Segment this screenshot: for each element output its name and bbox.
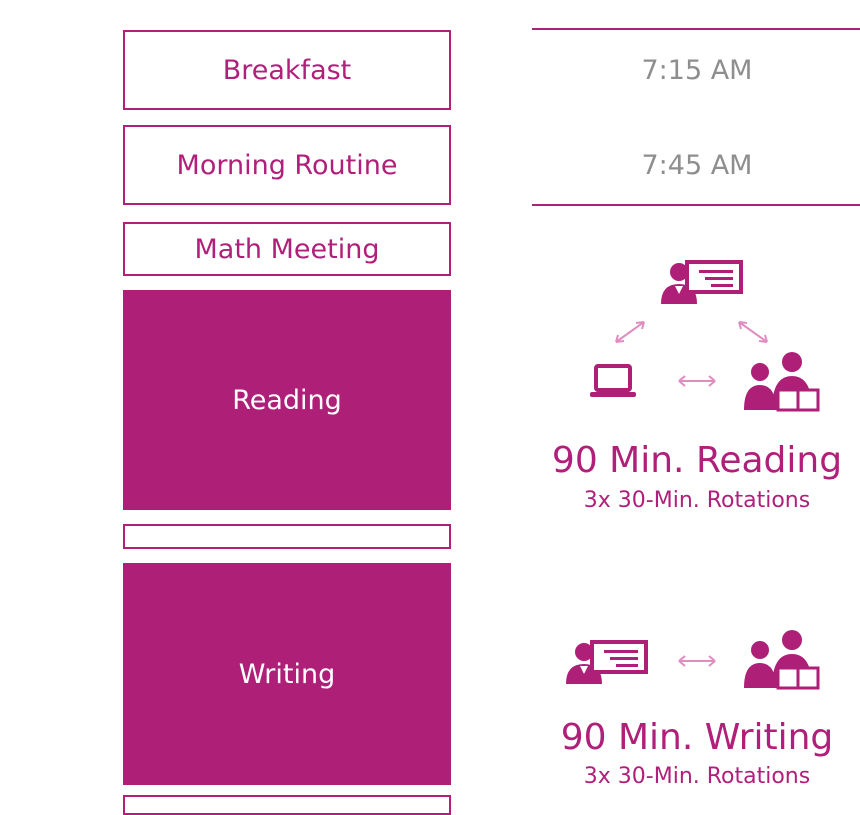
writing-label: Writing (238, 658, 336, 690)
arrow-horizontal-icon (678, 655, 716, 667)
writing-model-subtitle: 3x 30-Min. Rotations (583, 764, 811, 789)
teacher-led-icon (661, 260, 743, 304)
morning-routine-block: Morning Routine (123, 125, 451, 205)
teacher-led-icon (566, 640, 648, 684)
morning-routine-label: Morning Routine (176, 149, 398, 181)
laptop-icon (590, 364, 636, 397)
reading-model-subtitle: 3x 30-Min. Rotations (583, 488, 811, 513)
bottom-divider (532, 204, 860, 206)
arrow-left-diagonal-icon (615, 321, 645, 343)
small-group-icon (744, 630, 820, 690)
reading-model-title: 90 Min. Reading (551, 440, 843, 481)
breakfast-block: Breakfast (123, 30, 451, 110)
morning-routine-time: 7:45 AM (641, 149, 753, 181)
breakfast-time: 7:15 AM (641, 54, 753, 86)
arrow-horizontal-icon (678, 375, 716, 387)
reading-block: Reading (123, 290, 451, 510)
spacer-block (123, 524, 451, 549)
writing-block: Writing (123, 563, 451, 785)
writing-model-title: 90 Min. Writing (560, 717, 834, 758)
small-group-icon (744, 352, 820, 412)
reading-label: Reading (232, 384, 342, 416)
math-meeting-block: Math Meeting (123, 222, 451, 276)
breakfast-label: Breakfast (222, 54, 352, 86)
math-meeting-label: Math Meeting (194, 233, 380, 265)
bottom-block-edge (123, 795, 451, 815)
arrow-right-diagonal-icon (738, 321, 768, 343)
